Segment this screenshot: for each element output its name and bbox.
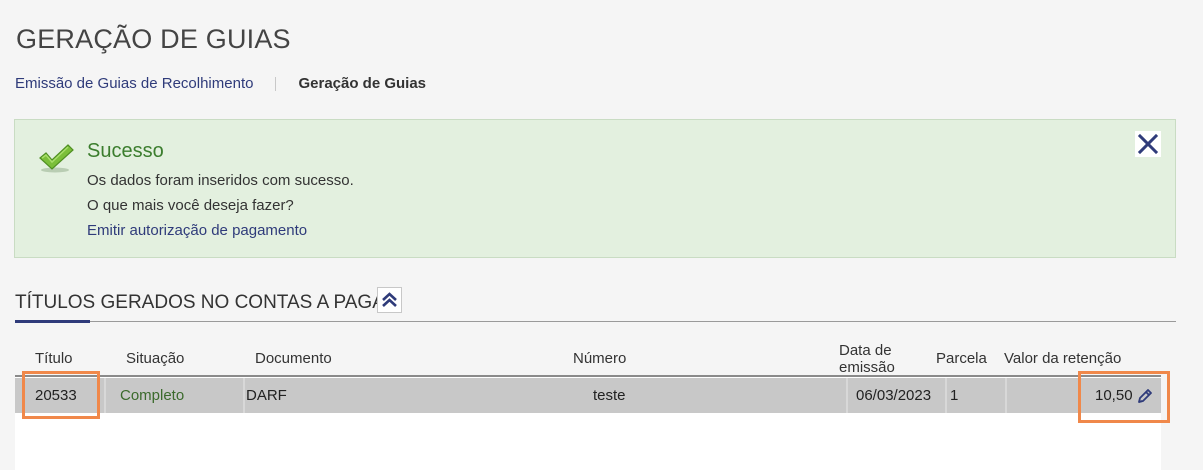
column-header-documento[interactable]: Documento: [255, 350, 332, 367]
column-header-parcela[interactable]: Parcela: [936, 350, 987, 367]
alert-question: O que mais você deseja fazer?: [87, 197, 294, 214]
breadcrumb-separator: [275, 76, 277, 91]
emitir-autorizacao-link[interactable]: Emitir autorização de pagamento: [87, 222, 307, 239]
alert-close-button[interactable]: [1135, 131, 1161, 157]
table-header: Título Situação Documento Número Data de…: [15, 337, 1161, 377]
cell-valor-retencao: 10,50: [1095, 387, 1133, 404]
alert-title: Sucesso: [87, 140, 164, 162]
page-right-edge: [1191, 0, 1203, 470]
close-icon: [1137, 133, 1159, 155]
table-row[interactable]: 20533 Completo DARF teste 06/03/2023 1 1…: [15, 378, 1161, 413]
section-header: TÍTULOS GERADOS NO CONTAS A PAGAR: [15, 287, 1176, 325]
column-header-valor-retencao[interactable]: Valor da retenção: [1004, 350, 1121, 367]
section-collapse-toggle[interactable]: [377, 287, 402, 313]
column-header-situacao[interactable]: Situação: [126, 350, 184, 367]
column-header-data-emissao[interactable]: Data de emissão: [839, 342, 895, 376]
page-title: GERAÇÃO DE GUIAS: [16, 24, 291, 54]
column-separator: [1005, 378, 1007, 413]
column-header-titulo[interactable]: Título: [35, 350, 73, 367]
breadcrumb: Emissão de Guias de Recolhimento Geração…: [15, 75, 426, 92]
cell-documento: DARF: [246, 387, 287, 404]
double-chevron-up-icon: [382, 292, 397, 307]
cell-data-emissao: 06/03/2023: [856, 387, 932, 404]
section-title: TÍTULOS GERADOS NO CONTAS A PAGAR: [15, 292, 399, 313]
cell-situacao: Completo: [120, 387, 185, 404]
column-header-numero[interactable]: Número: [573, 350, 626, 367]
success-alert: Sucesso Os dados foram inseridos com suc…: [14, 119, 1176, 258]
page: GERAÇÃO DE GUIAS Emissão de Guias de Rec…: [0, 0, 1203, 470]
column-separator: [945, 378, 947, 413]
cell-titulo: 20533: [35, 387, 77, 404]
section-accent-bar: [15, 320, 90, 323]
breadcrumb-current: Geração de Guias: [298, 75, 427, 92]
cell-numero: teste: [593, 387, 626, 404]
titulos-table: Título Situação Documento Número Data de…: [15, 337, 1161, 470]
breadcrumb-link-emissao[interactable]: Emissão de Guias de Recolhimento: [15, 75, 253, 92]
column-separator: [846, 378, 848, 413]
column-header-data-emissao-line2: emissão: [839, 359, 895, 376]
column-separator: [243, 378, 245, 413]
checkmark-icon: [37, 142, 75, 179]
cell-parcela: 1: [950, 387, 959, 404]
column-separator: [104, 378, 106, 413]
column-header-data-emissao-line1: Data de: [839, 342, 892, 359]
pencil-edit-icon: [1138, 389, 1152, 403]
section-divider: [15, 321, 1176, 322]
alert-message: Os dados foram inseridos com sucesso.: [87, 172, 354, 189]
edit-button[interactable]: [1135, 386, 1155, 406]
